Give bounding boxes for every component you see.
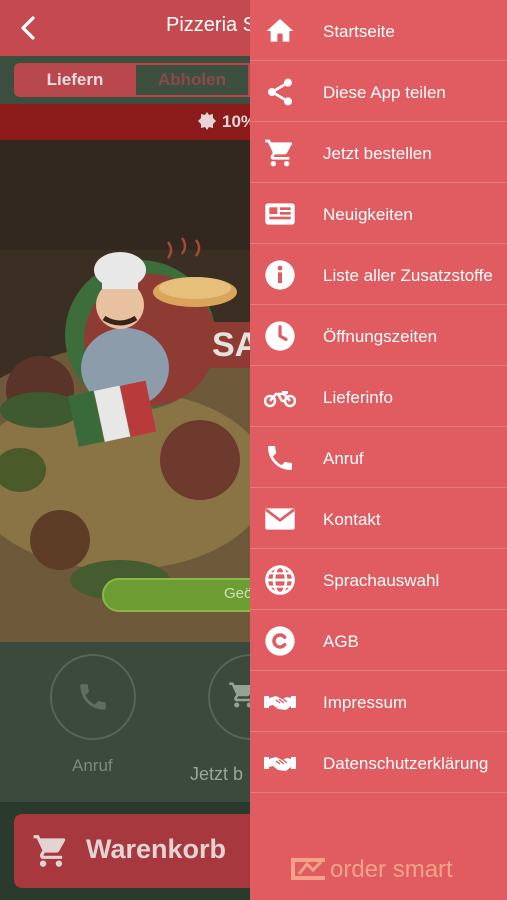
share-icon	[268, 78, 292, 106]
menu-item-label: Jetzt bestellen	[323, 144, 432, 163]
menu-item-label: Diese App teilen	[323, 83, 446, 102]
menu-item-label: Sprachauswahl	[323, 571, 440, 590]
order-smart-logo-icon	[291, 858, 325, 880]
handshake-icon	[264, 757, 296, 771]
menu-item-label: Anruf	[323, 449, 364, 468]
menu-item-label: Impressum	[323, 693, 408, 712]
handshake-icon	[264, 696, 296, 710]
badge-icon	[198, 112, 216, 130]
menu-item-label: Kontakt	[323, 510, 381, 529]
menu-item-label: Lieferinfo	[323, 388, 393, 407]
order-smart-logo: order smart	[330, 856, 453, 883]
phone-icon	[268, 446, 292, 470]
open-status-text: Geö	[224, 585, 253, 602]
page-title: Pizzeria S	[166, 14, 257, 36]
menu-item-label: Öffnungszeiten	[323, 327, 438, 346]
chevron-left-icon[interactable]	[14, 14, 42, 42]
globe-icon	[265, 565, 295, 595]
info-icon	[265, 260, 295, 290]
tab-deliver[interactable]: Liefern	[14, 63, 136, 97]
menu-item-label: Neuigkeiten	[323, 205, 413, 224]
cart-icon	[33, 835, 66, 867]
copyright-icon	[265, 626, 295, 656]
motorcycle-icon	[264, 391, 296, 408]
clock-icon	[265, 321, 295, 351]
menu-item-label: AGB	[323, 632, 359, 651]
cart-icon	[265, 139, 292, 167]
menu-item-label: Liste aller Zusatzstoffe	[323, 266, 493, 285]
home-icon	[266, 19, 294, 42]
envelope-icon	[265, 508, 295, 530]
menu-item-label: Startseite	[323, 22, 395, 41]
phone-icon	[80, 684, 106, 710]
order-now-label: Jetzt b	[190, 764, 244, 784]
newspaper-icon	[265, 203, 295, 225]
cart-label: Warenkorb	[86, 834, 227, 864]
menu-item-label: Datenschutzerklärung	[323, 754, 489, 773]
tab-pickup[interactable]: Abholen	[136, 63, 250, 97]
call-label: Anruf	[72, 756, 113, 775]
